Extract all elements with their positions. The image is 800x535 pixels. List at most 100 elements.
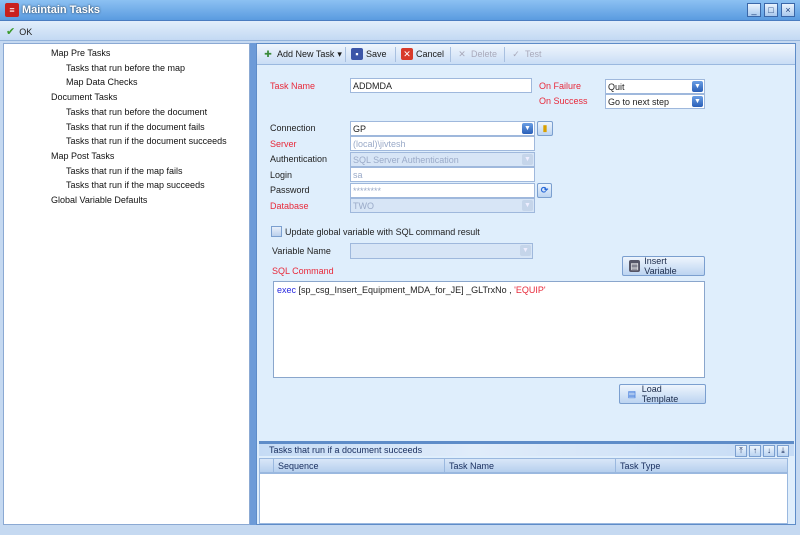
sql-command-label: SQL Command: [272, 266, 334, 276]
sql-command-editor[interactable]: exec [sp_csg_Insert_Equipment_MDA_for_JE…: [273, 281, 705, 378]
title-bar: ≡ Maintain Tasks _ □ ×: [0, 0, 800, 21]
on-failure-value: Quit: [608, 82, 625, 92]
server-label: Server: [270, 139, 297, 149]
tree-item[interactable]: Tasks that run before the document: [66, 107, 207, 117]
database-label: Database: [270, 201, 309, 211]
tree-item[interactable]: Map Pre Tasks: [51, 48, 110, 58]
refresh-icon[interactable]: ⟳: [537, 183, 552, 198]
close-button[interactable]: ×: [781, 3, 795, 17]
update-variable-checkbox[interactable]: [271, 226, 282, 237]
test-button[interactable]: ✓ Test: [510, 48, 542, 60]
task-toolbar: ✚ Add New Task ▾ ▪ Save ✕ Cancel ✕ Delete ✓ Te…: [257, 44, 795, 65]
password-input[interactable]: ********: [350, 183, 535, 198]
load-template-button[interactable]: ▤ Load Template: [619, 384, 706, 404]
task-editor: ✚ Add New Task ▾ ▪ Save ✕ Cancel ✕ Delete ✓ Te…: [256, 43, 796, 525]
on-failure-label: On Failure: [539, 81, 582, 91]
ok-label: OK: [19, 26, 33, 37]
divider: [450, 47, 451, 62]
minimize-button[interactable]: _: [747, 3, 761, 17]
password-label: Password: [270, 185, 310, 195]
sql-keyword: exec: [277, 285, 297, 295]
connection-label: Connection: [270, 123, 316, 133]
delete-button[interactable]: ✕ Delete: [456, 48, 497, 60]
ok-toolbar: ✔ OK: [0, 21, 800, 41]
login-label: Login: [270, 170, 293, 180]
on-failure-select[interactable]: Quit ▼: [605, 79, 705, 94]
test-check-icon: ✓: [512, 49, 520, 59]
column-divider: [444, 459, 445, 473]
move-bottom-icon[interactable]: ⤓: [777, 445, 789, 457]
cancel-icon: ✕: [401, 48, 413, 60]
insert-variable-label: Insert Variable: [644, 256, 677, 276]
grid-title: Tasks that run if a document succeeds: [269, 445, 423, 455]
grid-title-bar: Tasks that run if a document succeeds ⤒ …: [259, 441, 794, 457]
authentication-select[interactable]: SQL Server Authentication ▼: [350, 152, 535, 167]
update-variable-label: Update global variable with SQL command …: [285, 227, 480, 237]
grid-body: [259, 473, 788, 524]
tree-item[interactable]: Global Variable Defaults: [51, 195, 147, 205]
tree-item[interactable]: Tasks that run if the document fails: [66, 122, 205, 132]
chevron-down-icon: ▾: [337, 48, 342, 59]
column-divider: [615, 459, 616, 473]
server-input[interactable]: (local)\jivtesh: [350, 136, 535, 151]
on-success-value: Go to next step: [608, 97, 670, 107]
insert-variable-icon: ▤: [629, 260, 641, 272]
move-up-icon[interactable]: ↑: [749, 445, 761, 457]
sql-body: [sp_csg_Insert_Equipment_MDA_for_JE] _GL…: [296, 285, 515, 295]
login-input[interactable]: sa: [350, 167, 535, 182]
move-down-icon[interactable]: ↓: [763, 445, 775, 457]
floppy-icon: ▪: [351, 48, 363, 60]
chevron-down-icon: ▼: [692, 81, 703, 92]
column-divider: [273, 459, 274, 473]
column-task-name[interactable]: Task Name: [449, 461, 494, 471]
save-label: Save: [366, 49, 387, 59]
move-top-icon[interactable]: ⤒: [735, 445, 747, 457]
variable-name-label: Variable Name: [272, 246, 331, 256]
window-title: Maintain Tasks: [22, 4, 101, 16]
insert-variable-button[interactable]: ▤ Insert Variable: [622, 256, 705, 276]
cancel-button[interactable]: ✕ Cancel: [401, 48, 444, 60]
chevron-down-icon: ▼: [520, 245, 531, 256]
tree-item[interactable]: Document Tasks: [51, 92, 117, 102]
tree-item[interactable]: Tasks that run if the map succeeds: [66, 180, 205, 190]
ok-button[interactable]: ✔ OK: [6, 25, 32, 38]
test-label: Test: [525, 49, 542, 59]
tree-item[interactable]: Tasks that run if the document succeeds: [66, 136, 227, 146]
chevron-down-icon: ▼: [522, 123, 533, 134]
add-new-task-button[interactable]: ✚ Add New Task ▾: [262, 48, 342, 60]
connection-value: GP: [353, 124, 367, 134]
tree-item[interactable]: Tasks that run before the map: [66, 63, 185, 73]
database-select[interactable]: TWO ▼: [350, 198, 535, 213]
cancel-label: Cancel: [416, 49, 445, 59]
authentication-value: SQL Server Authentication: [353, 155, 459, 165]
connection-select[interactable]: GP ▼: [350, 121, 535, 136]
task-tree: Map Pre Tasks Tasks that run before the m…: [3, 43, 250, 525]
tree-item[interactable]: Map Post Tasks: [51, 151, 114, 161]
on-success-label: On Success: [539, 96, 588, 106]
divider: [395, 47, 396, 62]
grid-column-header: Sequence Task Name Task Type: [259, 458, 788, 473]
sql-string: 'EQUIP': [514, 285, 546, 295]
tree-item[interactable]: Tasks that run if the map fails: [66, 166, 183, 176]
delete-label: Delete: [471, 49, 498, 59]
database-value: TWO: [353, 201, 374, 211]
chevron-down-icon: ▼: [692, 96, 703, 107]
maximize-button[interactable]: □: [764, 3, 778, 17]
database-connection-icon[interactable]: ▮: [537, 121, 553, 136]
task-name-input[interactable]: ADDMDA: [350, 78, 532, 93]
column-task-type[interactable]: Task Type: [620, 461, 660, 471]
column-sequence[interactable]: Sequence: [278, 461, 319, 471]
on-success-select[interactable]: Go to next step ▼: [605, 94, 705, 109]
variable-name-select[interactable]: ▼: [350, 243, 533, 259]
app-icon: ≡: [5, 3, 19, 17]
tree-item[interactable]: Map Data Checks: [66, 77, 138, 87]
chevron-down-icon: ▼: [522, 200, 533, 211]
load-template-label: Load Template: [641, 384, 679, 404]
add-label: Add New Task: [277, 49, 335, 59]
save-button[interactable]: ▪ Save: [351, 48, 387, 60]
gear-add-icon: ✚: [264, 49, 272, 59]
task-name-label: Task Name: [270, 81, 316, 91]
divider: [345, 47, 346, 62]
chevron-down-icon: ▼: [522, 154, 533, 165]
checkmark-icon: ✔: [6, 26, 16, 38]
